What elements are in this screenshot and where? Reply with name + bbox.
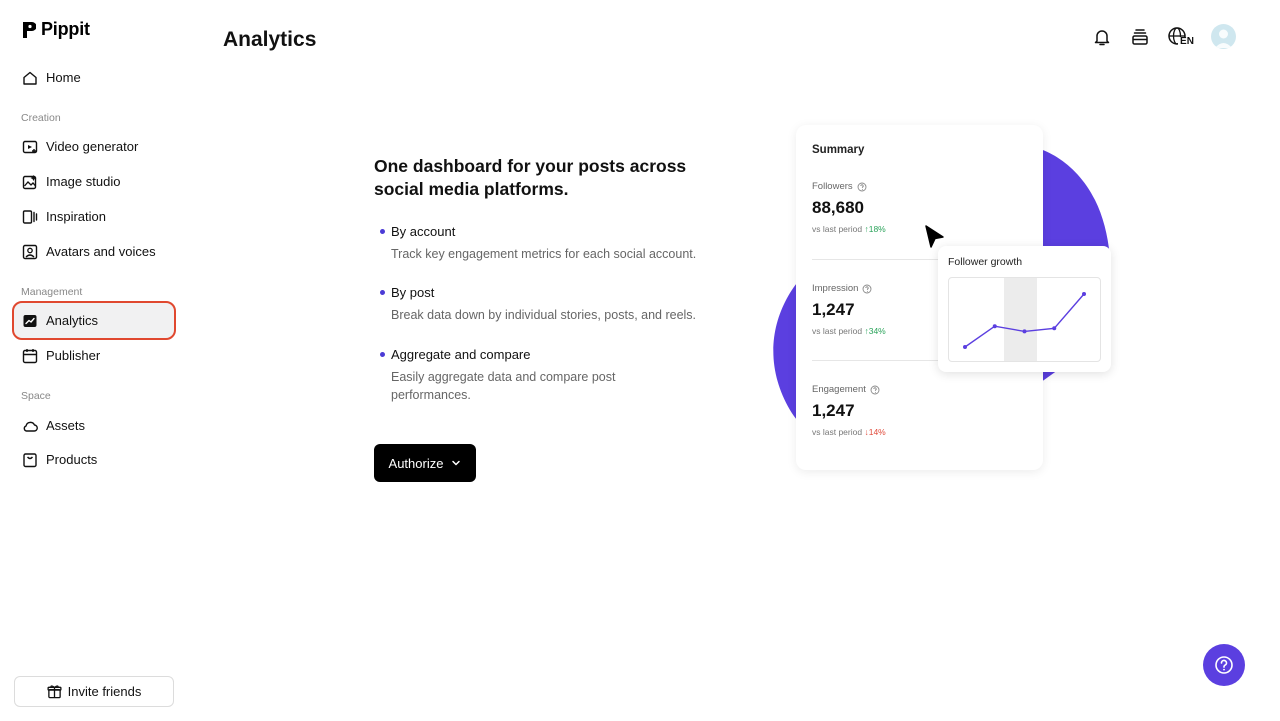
sidebar: Pippit Home Creation Video generator Ima… — [0, 0, 188, 721]
feature-description: Break data down by individual stories, p… — [391, 308, 697, 322]
growth-point — [1082, 292, 1086, 296]
sidebar-item-label: Assets — [46, 418, 86, 433]
growth-title: Follower growth — [948, 256, 1023, 268]
sidebar-item-home[interactable]: Home — [14, 60, 174, 95]
analytics-icon — [22, 313, 38, 329]
app-name: Pippit — [41, 19, 90, 39]
growth-point — [1022, 329, 1027, 334]
layers-icon[interactable] — [1129, 26, 1151, 48]
metric-compare: vs last period — [812, 427, 863, 437]
language-selector[interactable]: EN — [1167, 26, 1195, 48]
product-bag-icon — [22, 452, 38, 468]
metric-value: 1,247 — [812, 401, 855, 420]
sidebar-item-video-generator[interactable]: Video generator — [14, 129, 174, 164]
sidebar-item-analytics[interactable]: Analytics — [12, 301, 176, 340]
metric-engagement: Engagement 1,247 vs last period ↓14% — [812, 384, 1032, 437]
help-circle-icon — [863, 284, 872, 293]
page-title: Analytics — [223, 28, 317, 51]
chevron-down-icon — [452, 460, 461, 466]
cloud-icon — [22, 418, 38, 434]
sidebar-item-products[interactable]: Products — [14, 442, 174, 477]
sidebar-item-label: Inspiration — [46, 209, 106, 224]
calendar-icon — [22, 348, 38, 364]
metric-compare: vs last period — [812, 224, 863, 234]
feature-by-post: By post Break data down by individual st… — [380, 285, 720, 324]
sidebar-item-image-studio[interactable]: Image studio — [14, 164, 174, 199]
authorize-label: Authorize — [388, 455, 444, 471]
sidebar-item-label: Analytics — [46, 313, 99, 328]
invite-friends-button[interactable]: Invite friends — [14, 676, 174, 707]
sidebar-item-label: Image studio — [46, 174, 121, 189]
section-label-creation: Creation — [21, 112, 61, 124]
video-add-icon — [22, 139, 38, 155]
bullet-dot — [380, 229, 385, 234]
section-label-space: Space — [21, 390, 51, 402]
question-icon — [1215, 656, 1233, 674]
highlight-band — [1004, 278, 1037, 361]
help-button[interactable] — [1203, 644, 1245, 686]
authorize-button[interactable]: Authorize — [374, 444, 476, 482]
metric-label: Followers — [812, 181, 853, 192]
feature-aggregate-compare: Aggregate and compare Easily aggregate d… — [380, 347, 640, 404]
metric-label: Impression — [812, 283, 859, 294]
metric-value: 88,680 — [812, 198, 864, 217]
growth-point — [963, 345, 967, 349]
follower-growth-card: Follower growth — [938, 246, 1111, 372]
growth-line-chart — [963, 278, 1086, 361]
sidebar-item-label: Products — [46, 452, 98, 467]
feature-title: By account — [391, 224, 456, 239]
feature-description: Easily aggregate data and compare post p… — [391, 370, 616, 402]
growth-point — [992, 324, 997, 329]
home-icon — [22, 70, 38, 86]
image-edit-icon — [22, 174, 38, 190]
avatar[interactable] — [1211, 24, 1236, 49]
sidebar-item-label: Publisher — [46, 348, 101, 363]
sidebar-item-avatars-voices[interactable]: Avatars and voices — [14, 234, 174, 269]
header-actions: EN — [1091, 24, 1236, 49]
inspiration-icon — [22, 209, 38, 225]
metric-followers: Followers 88,680 vs last period ↑18% — [812, 181, 1032, 234]
sidebar-item-inspiration[interactable]: Inspiration — [14, 199, 174, 234]
sidebar-item-publisher[interactable]: Publisher — [14, 338, 174, 373]
app-logo[interactable]: Pippit — [22, 19, 90, 40]
help-circle-icon — [870, 385, 880, 394]
metric-change: 34% — [868, 326, 886, 336]
analytics-illustration: Summary Followers 88,680 vs last period … — [760, 120, 1120, 480]
avatar-icon — [22, 244, 38, 260]
headline: One dashboard for your posts across soci… — [374, 156, 687, 199]
feature-title: By post — [391, 285, 435, 300]
bullet-dot — [380, 290, 385, 295]
bullet-dot — [380, 352, 385, 357]
metric-change: 14% — [868, 427, 886, 437]
growth-point — [1052, 326, 1057, 331]
language-badge: EN — [1180, 36, 1194, 47]
gift-icon — [47, 685, 62, 699]
summary-title: Summary — [812, 144, 865, 156]
metric-compare: vs last period — [812, 326, 863, 336]
invite-friends-label: Invite friends — [67, 684, 142, 699]
feature-title: Aggregate and compare — [391, 347, 531, 362]
bell-icon[interactable] — [1091, 26, 1113, 48]
feature-description: Track key engagement metrics for each so… — [391, 247, 697, 261]
sidebar-item-assets[interactable]: Assets — [14, 408, 174, 443]
sidebar-item-label: Home — [46, 70, 81, 85]
feature-by-account: By account Track key engagement metrics … — [380, 224, 720, 263]
metric-change: 18% — [868, 224, 886, 234]
growth-chart — [948, 277, 1101, 362]
help-circle-icon — [857, 182, 867, 191]
metric-label: Engagement — [812, 384, 866, 395]
sidebar-item-label: Avatars and voices — [46, 244, 156, 259]
section-label-management: Management — [21, 286, 83, 298]
sidebar-item-label: Video generator — [46, 139, 139, 154]
pippit-logo-icon — [23, 21, 36, 38]
